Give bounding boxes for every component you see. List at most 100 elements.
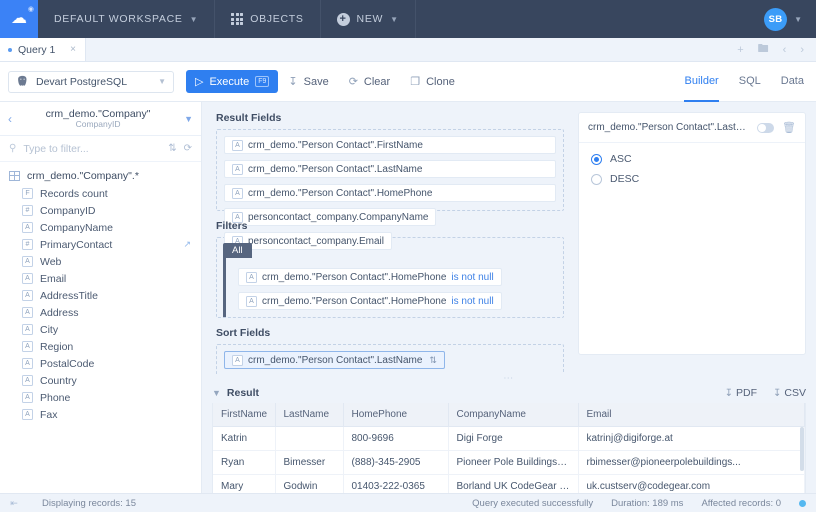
- tab-data[interactable]: Data: [781, 62, 804, 102]
- result-field-chip[interactable]: Apersoncontact_company.CompanyName: [224, 208, 437, 226]
- sort-toggle-icon[interactable]: ⇅: [168, 143, 176, 154]
- result-grid[interactable]: FirstName LastName HomePhone CompanyName Ema…: [212, 403, 806, 507]
- chevron-down-icon[interactable]: ▼: [184, 114, 193, 124]
- folder-icon[interactable]: 🖿: [758, 40, 769, 59]
- export-pdf-button[interactable]: ↧ PDF: [725, 387, 757, 399]
- sidebar-field-region[interactable]: A Region: [0, 338, 201, 355]
- sidebar-field-city[interactable]: A City: [0, 321, 201, 338]
- trash-icon[interactable]: 🗑: [782, 121, 796, 134]
- sidebar-field-companyname[interactable]: A CompanyName: [0, 219, 201, 236]
- result-fields-dropzone[interactable]: Acrm_demo."Person Contact".FirstName Acrm…: [216, 129, 564, 250]
- clone-label: Clone: [426, 75, 455, 88]
- table-row[interactable]: Ryan Bimesser (888)-345-2905 Pioneer Pole B…: [213, 450, 805, 475]
- table-cell[interactable]: [275, 426, 344, 451]
- clone-button[interactable]: ❐ Clone: [400, 70, 465, 93]
- query-toolbar: Devart PostgreSQL ▼ ▷ Execute F9 ↧ Save …: [0, 62, 816, 102]
- objects-menu[interactable]: OBJECTS: [215, 0, 321, 38]
- filter-operator[interactable]: is not null: [451, 296, 493, 307]
- connection-name: Devart PostgreSQL: [36, 75, 128, 88]
- field-type-icon: A: [22, 358, 33, 369]
- enable-toggle[interactable]: [757, 122, 775, 133]
- clear-button[interactable]: ⟳ Clear: [339, 70, 401, 93]
- sidebar-field-addresstitle[interactable]: A AddressTitle: [0, 287, 201, 304]
- sidebar-field-country[interactable]: A Country: [0, 372, 201, 389]
- field-tree: crm_demo."Company".* F Records count # Comp…: [0, 162, 201, 490]
- result-field-chip[interactable]: Acrm_demo."Person Contact".FirstName: [224, 136, 556, 154]
- copy-icon: ❐: [410, 76, 421, 88]
- filter-chip[interactable]: Acrm_demo."Person Contact".HomePhone is n…: [238, 292, 502, 310]
- radio-asc[interactable]: ASC: [591, 153, 793, 165]
- filter-group-label[interactable]: All: [223, 243, 252, 258]
- sidebar-field-address[interactable]: A Address: [0, 304, 201, 321]
- clear-label: Clear: [363, 75, 391, 88]
- sidebar-field-phone[interactable]: A Phone: [0, 389, 201, 406]
- table-cell[interactable]: Digi Forge: [448, 426, 579, 451]
- radio-desc[interactable]: DESC: [591, 173, 793, 185]
- column-header[interactable]: Email: [578, 403, 805, 427]
- chip-label: crm_demo."Person Contact".LastName: [248, 163, 423, 175]
- collapse-sidebar-icon[interactable]: ⇤: [0, 498, 28, 509]
- table-cell[interactable]: Pioneer Pole Buildings, Inc.: [448, 450, 579, 475]
- user-menu[interactable]: SB ▼: [754, 0, 816, 38]
- result-field-chip[interactable]: Acrm_demo."Person Contact".HomePhone: [224, 184, 556, 202]
- table-cell[interactable]: (888)-345-2905: [343, 450, 449, 475]
- sidebar-field-email[interactable]: A Email: [0, 270, 201, 287]
- connection-selector[interactable]: Devart PostgreSQL ▼: [8, 70, 174, 93]
- workspace-selector[interactable]: DEFAULT WORKSPACE ▼: [38, 0, 216, 38]
- sidebar-field-web[interactable]: A Web: [0, 253, 201, 270]
- tabstrip-actions: + 🖿 ‹ ›: [737, 38, 816, 61]
- table-icon: [9, 171, 20, 181]
- sidebar-field-companyid[interactable]: # CompanyID: [0, 202, 201, 219]
- result-scrollbar[interactable]: [800, 427, 804, 471]
- panel-splitter[interactable]: ⋯: [202, 373, 816, 383]
- back-icon[interactable]: ‹: [8, 112, 12, 126]
- collapse-result-icon[interactable]: ▼: [212, 388, 221, 398]
- execute-button[interactable]: ▷ Execute F9: [186, 70, 279, 93]
- tab-builder[interactable]: Builder: [684, 62, 719, 102]
- chevron-right-icon[interactable]: ›: [800, 44, 804, 56]
- sort-asc-icon[interactable]: ⇅: [429, 355, 437, 366]
- radio-icon[interactable]: [591, 173, 602, 185]
- app-logo[interactable]: ☁ ◉: [0, 0, 38, 38]
- table-cell[interactable]: Katrin: [213, 426, 276, 451]
- close-icon[interactable]: ×: [70, 44, 76, 55]
- refresh-icon[interactable]: ⟳: [184, 143, 192, 154]
- table-cell[interactable]: katrinj@digiforge.at: [578, 426, 805, 451]
- tab-label: Query 1: [18, 43, 56, 56]
- tab-query-1[interactable]: Query 1 ×: [0, 38, 86, 61]
- plus-icon[interactable]: +: [737, 44, 743, 56]
- filter-chip[interactable]: Acrm_demo."Person Contact".HomePhone is n…: [238, 268, 502, 286]
- chevron-left-icon[interactable]: ‹: [783, 44, 787, 56]
- sidebar-field-fax[interactable]: A Fax: [0, 406, 201, 423]
- sidebar-field-primarycontact[interactable]: # PrimaryContact ↗: [0, 236, 201, 253]
- tree-root-node[interactable]: crm_demo."Company".*: [0, 167, 201, 185]
- table-cell[interactable]: Bimesser: [275, 450, 344, 475]
- column-header[interactable]: FirstName: [213, 403, 276, 427]
- sort-fields-dropzone[interactable]: Acrm_demo."Person Contact".LastName ⇅: [216, 344, 564, 376]
- table-cell[interactable]: rbimesser@pioneerpolebuildings...: [578, 450, 805, 475]
- sidebar-field-records-count[interactable]: F Records count: [0, 185, 201, 202]
- column-header[interactable]: HomePhone: [343, 403, 449, 427]
- filter-operator[interactable]: is not null: [451, 272, 493, 283]
- radio-icon[interactable]: [591, 153, 602, 165]
- field-type-icon: A: [246, 295, 257, 307]
- save-button[interactable]: ↧ Save: [278, 70, 338, 93]
- filter-field-label: crm_demo."Person Contact".HomePhone: [262, 295, 447, 307]
- export-csv-button[interactable]: ↧ CSV: [773, 387, 806, 399]
- result-fields-section: Result Fields Acrm_demo."Person Contact"…: [216, 112, 564, 250]
- tab-sql[interactable]: SQL: [739, 62, 761, 102]
- filter-input[interactable]: [23, 142, 162, 155]
- new-menu[interactable]: + NEW ▼: [321, 0, 416, 38]
- result-field-chip[interactable]: Acrm_demo."Person Contact".LastName: [224, 160, 556, 178]
- sidebar-field-postalcode[interactable]: A PostalCode: [0, 355, 201, 372]
- table-cell[interactable]: Ryan: [213, 450, 276, 475]
- sort-field-chip[interactable]: Acrm_demo."Person Contact".LastName ⇅: [224, 351, 445, 369]
- column-header[interactable]: CompanyName: [448, 403, 579, 427]
- table-cell[interactable]: 800-9696: [343, 426, 449, 451]
- column-header[interactable]: LastName: [275, 403, 344, 427]
- objects-label: OBJECTS: [250, 13, 304, 25]
- field-label: Address: [40, 306, 79, 319]
- object-sidebar: ‹ crm_demo."Company" CompanyID ▼ ⚲ ⇅ ⟳ c…: [0, 102, 202, 512]
- table-row[interactable]: Katrin 800-9696 Digi Forge katrinj@digiforg…: [213, 426, 805, 451]
- external-link-icon[interactable]: ↗: [183, 239, 191, 250]
